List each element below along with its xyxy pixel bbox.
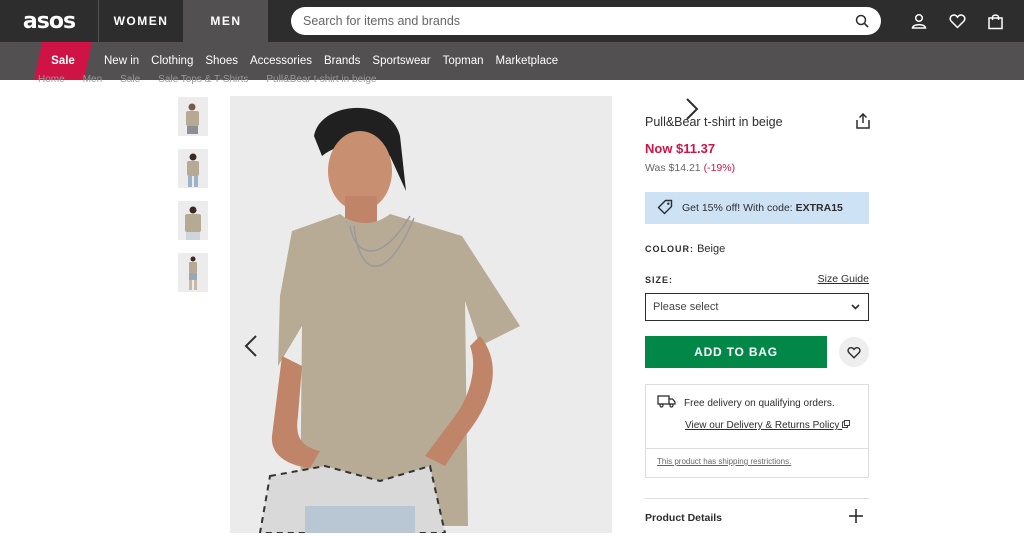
asos-logo[interactable]: asos [0, 0, 98, 42]
product-main-image [230, 96, 612, 533]
tab-women[interactable]: WOMEN [98, 0, 183, 42]
promo-text: Get 15% off! With code: EXTRA15 [682, 202, 843, 214]
search-input[interactable] [303, 14, 855, 28]
search-bar[interactable] [291, 7, 881, 35]
product-thumbnail[interactable] [178, 149, 208, 188]
delivery-box: Free delivery on qualifying orders. View… [645, 384, 869, 478]
heart-icon [847, 346, 861, 359]
breadcrumb-item: Pull&Bear t-shirt in beige [266, 74, 377, 85]
product-details-accordion[interactable]: Product Details [645, 498, 869, 536]
product-thumbnail[interactable] [178, 97, 208, 136]
external-link-icon [842, 420, 851, 431]
breadcrumb-item[interactable]: Men [83, 74, 102, 85]
size-select-value: Please select [653, 301, 719, 313]
size-guide-link[interactable]: Size Guide [818, 273, 869, 285]
promo-code: EXTRA15 [795, 202, 843, 214]
product-title: Pull&Bear t-shirt in beige [645, 115, 783, 129]
colour-info: COLOUR: Beige [645, 243, 725, 255]
breadcrumb-item[interactable]: Home [38, 74, 65, 85]
plus-icon [849, 506, 863, 529]
tag-icon [657, 199, 673, 218]
bag-icon[interactable] [986, 12, 1004, 30]
product-details-title: Product Details [645, 511, 723, 524]
breadcrumb-item[interactable]: Sale Tops & T-Shirts [158, 74, 248, 85]
tab-men[interactable]: MEN [183, 0, 268, 42]
truck-icon [657, 395, 676, 411]
thumbnail-list [178, 97, 208, 305]
promo-banner: Get 15% off! With code: EXTRA15 [645, 192, 869, 224]
divider [646, 448, 868, 449]
top-bar: asos WOMEN MEN [0, 0, 1024, 42]
previous-image-button[interactable] [241, 333, 261, 359]
chevron-left-icon [244, 335, 257, 357]
delivery-returns-link[interactable]: View our Delivery & Returns Policy [685, 420, 851, 431]
nav-item-sportswear[interactable]: Sportswear [366, 42, 436, 80]
nav-item-topman[interactable]: Topman [437, 42, 490, 80]
share-icon[interactable] [855, 112, 871, 129]
colour-label: COLOUR: [645, 244, 694, 254]
price-now: Now $11.37 [645, 141, 716, 156]
wishlist-icon[interactable] [948, 12, 966, 30]
nav-item-marketplace[interactable]: Marketplace [490, 42, 565, 80]
breadcrumb: Home Men Sale Sale Tops & T-Shirts Pull&… [38, 74, 376, 85]
search-icon[interactable] [855, 14, 869, 28]
size-label: SIZE: [645, 275, 674, 285]
product-thumbnail[interactable] [178, 201, 208, 240]
product-thumbnail[interactable] [178, 253, 208, 292]
add-to-bag-button[interactable]: ADD TO BAG [645, 336, 827, 368]
account-icon[interactable] [910, 12, 928, 30]
discount-percent: (-19%) [703, 162, 736, 174]
chevron-down-icon [851, 301, 860, 313]
breadcrumb-item[interactable]: Sale [120, 74, 140, 85]
size-select[interactable]: Please select [645, 293, 869, 321]
price-was: Was $14.21 (-19%) [645, 162, 735, 174]
colour-value: Beige [697, 243, 726, 255]
save-for-later-button[interactable] [839, 337, 869, 367]
price-was-value: Was $14.21 [645, 162, 701, 174]
delivery-text: Free delivery on qualifying orders. [684, 397, 835, 409]
shipping-restrictions-link[interactable]: This product has shipping restrictions. [657, 457, 791, 466]
